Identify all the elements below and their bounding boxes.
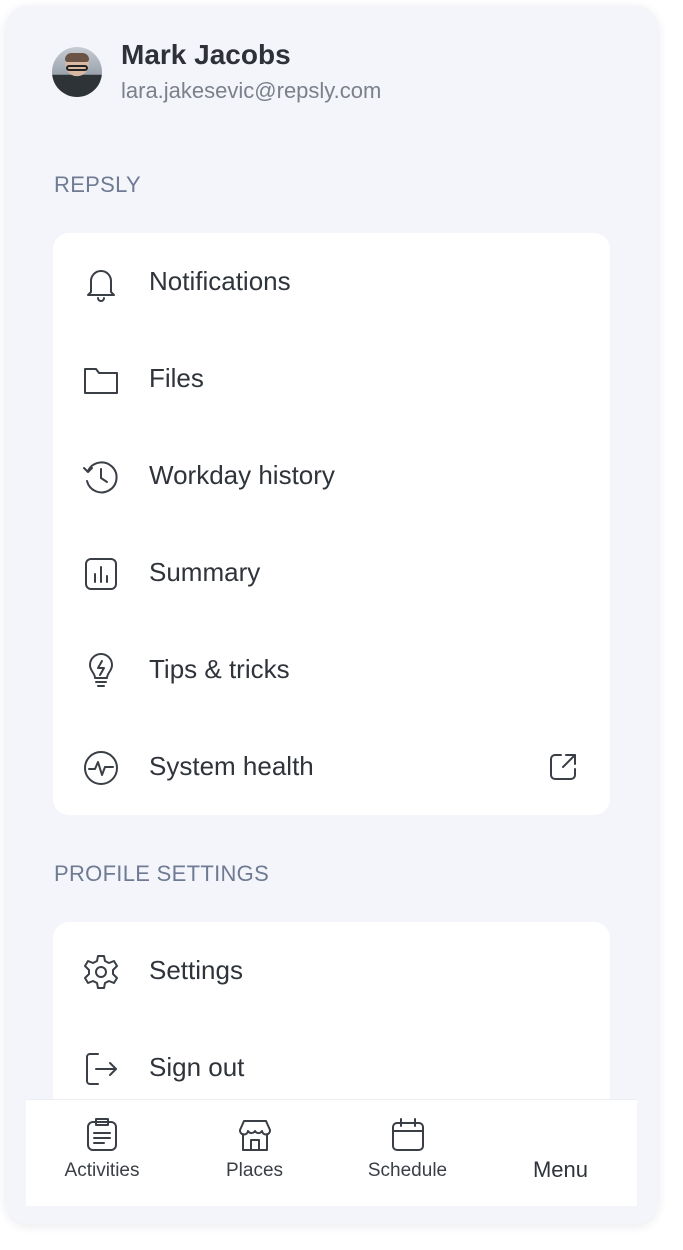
menu-item-tips-tricks[interactable]: Tips & tricks bbox=[53, 621, 610, 718]
menu-item-summary[interactable]: Summary bbox=[53, 524, 610, 621]
menu-item-label: Notifications bbox=[149, 266, 291, 296]
tab-label: Schedule bbox=[367, 1160, 448, 1181]
menu-item-files[interactable]: Files bbox=[53, 330, 610, 427]
profile-settings-card: Settings Sign out bbox=[53, 922, 610, 1122]
menu-item-label: Workday history bbox=[149, 460, 335, 490]
menu-item-label: Files bbox=[149, 363, 204, 393]
menu-item-label: Tips & tricks bbox=[149, 654, 290, 684]
calendar-icon bbox=[391, 1118, 424, 1151]
clipboard-icon bbox=[87, 1118, 117, 1151]
bottom-tab-bar: Activities Places Schedule Menu bbox=[26, 1099, 637, 1206]
profile-name: Mark Jacobs bbox=[121, 39, 291, 70]
folder-icon bbox=[84, 368, 118, 394]
menu-item-settings[interactable]: Settings bbox=[53, 922, 610, 1019]
section-label-repsly: REPSLY bbox=[54, 172, 141, 197]
menu-item-label: Summary bbox=[149, 557, 261, 587]
gear-icon bbox=[84, 955, 118, 989]
sign-out-icon bbox=[86, 1053, 117, 1085]
menu-screen: Mark Jacobs lara.jakesevic@repsly.com RE… bbox=[6, 6, 658, 1224]
external-link-icon bbox=[550, 754, 576, 780]
tab-label: Activities bbox=[64, 1160, 140, 1181]
lightbulb-icon bbox=[89, 653, 113, 687]
tab-menu[interactable]: Menu bbox=[484, 1100, 637, 1206]
menu-item-label: System health bbox=[149, 751, 314, 781]
menu-item-system-health[interactable]: System health bbox=[53, 718, 610, 815]
menu-item-label: Sign out bbox=[149, 1052, 245, 1082]
tab-label: Menu bbox=[532, 1157, 589, 1182]
repsly-menu-card: Notifications Files Workday history Summ… bbox=[53, 233, 610, 815]
menu-item-notifications[interactable]: Notifications bbox=[53, 233, 610, 330]
bar-chart-icon bbox=[85, 558, 117, 590]
tab-activities[interactable]: Activities bbox=[26, 1100, 178, 1206]
tab-places[interactable]: Places bbox=[178, 1100, 331, 1206]
tab-schedule[interactable]: Schedule bbox=[331, 1100, 484, 1206]
pulse-icon bbox=[84, 751, 118, 785]
section-label-profile-settings: PROFILE SETTINGS bbox=[54, 861, 270, 886]
store-icon bbox=[238, 1120, 271, 1151]
menu-item-label: Settings bbox=[149, 955, 243, 985]
tab-label: Places bbox=[225, 1160, 284, 1181]
profile-header[interactable]: Mark Jacobs lara.jakesevic@repsly.com bbox=[52, 39, 381, 103]
history-icon bbox=[83, 461, 118, 494]
bell-icon bbox=[87, 270, 115, 302]
profile-email: lara.jakesevic@repsly.com bbox=[121, 78, 382, 103]
avatar bbox=[52, 47, 102, 97]
menu-item-workday-history[interactable]: Workday history bbox=[53, 427, 610, 524]
